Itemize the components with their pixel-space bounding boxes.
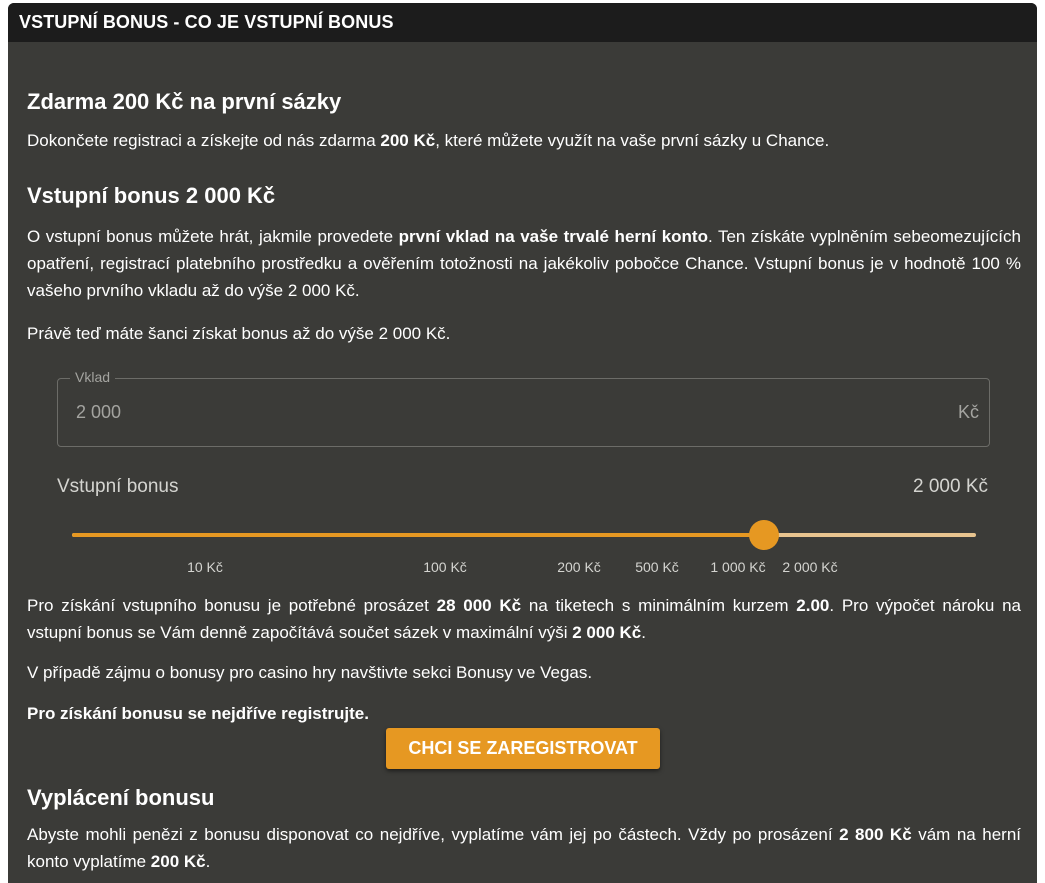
deposit-slider[interactable] — [72, 520, 976, 550]
entry-bonus-heading: Vstupní bonus 2 000 Kč — [27, 183, 276, 208]
deposit-field[interactable]: Vklad 2 000 Kč — [57, 369, 990, 447]
panel-title: VSTUPNÍ BONUS - CO JE VSTUPNÍ BONUS — [8, 3, 1037, 42]
deposit-input-value[interactable]: 2 000 — [76, 402, 121, 423]
casino-bonus-text: V případě zájmu o bonusy pro casino hry … — [27, 663, 593, 682]
slider-tick-label: 2 000 Kč — [782, 559, 838, 575]
wagering-conditions-text: Pro získání vstupního bonusu je potřebné… — [27, 596, 1022, 642]
slider-thumb[interactable] — [749, 520, 779, 550]
payout-text: Abyste mohli penězi z bonusu disponovat … — [27, 825, 1021, 871]
register-note: Pro získání bonusu se nejdříve registruj… — [27, 704, 369, 723]
deposit-field-label: Vklad — [70, 369, 116, 385]
bonus-panel: VSTUPNÍ BONUS - CO JE VSTUPNÍ BONUS Zdar… — [8, 3, 1037, 883]
entry-bonus-text: O vstupní bonus můžete hrát, jakmile pro… — [27, 227, 1021, 300]
entry-bonus-chance-text: Právě teď máte šanci získat bonus až do … — [27, 324, 451, 343]
slider-tick-label: 100 Kč — [423, 559, 467, 575]
slider-fill — [72, 533, 764, 537]
free-bonus-text: Dokončete registraci a získejte od nás z… — [27, 131, 830, 150]
slider-tick-label: 1 000 Kč — [710, 559, 766, 575]
free-bonus-heading: Zdarma 200 Kč na první sázky — [27, 89, 342, 114]
payout-heading: Vyplácení bonusu — [27, 785, 215, 810]
deposit-unit: Kč — [957, 402, 979, 422]
register-button[interactable]: CHCI SE ZAREGISTROVAT — [386, 728, 660, 769]
bonus-result-value: 2 000 Kč — [913, 476, 988, 497]
slider-tick-label: 500 Kč — [635, 559, 679, 575]
slider-tick-label: 200 Kč — [557, 559, 601, 575]
bonus-result-label: Vstupní bonus — [57, 476, 179, 497]
slider-tick-label: 10 Kč — [187, 559, 223, 575]
